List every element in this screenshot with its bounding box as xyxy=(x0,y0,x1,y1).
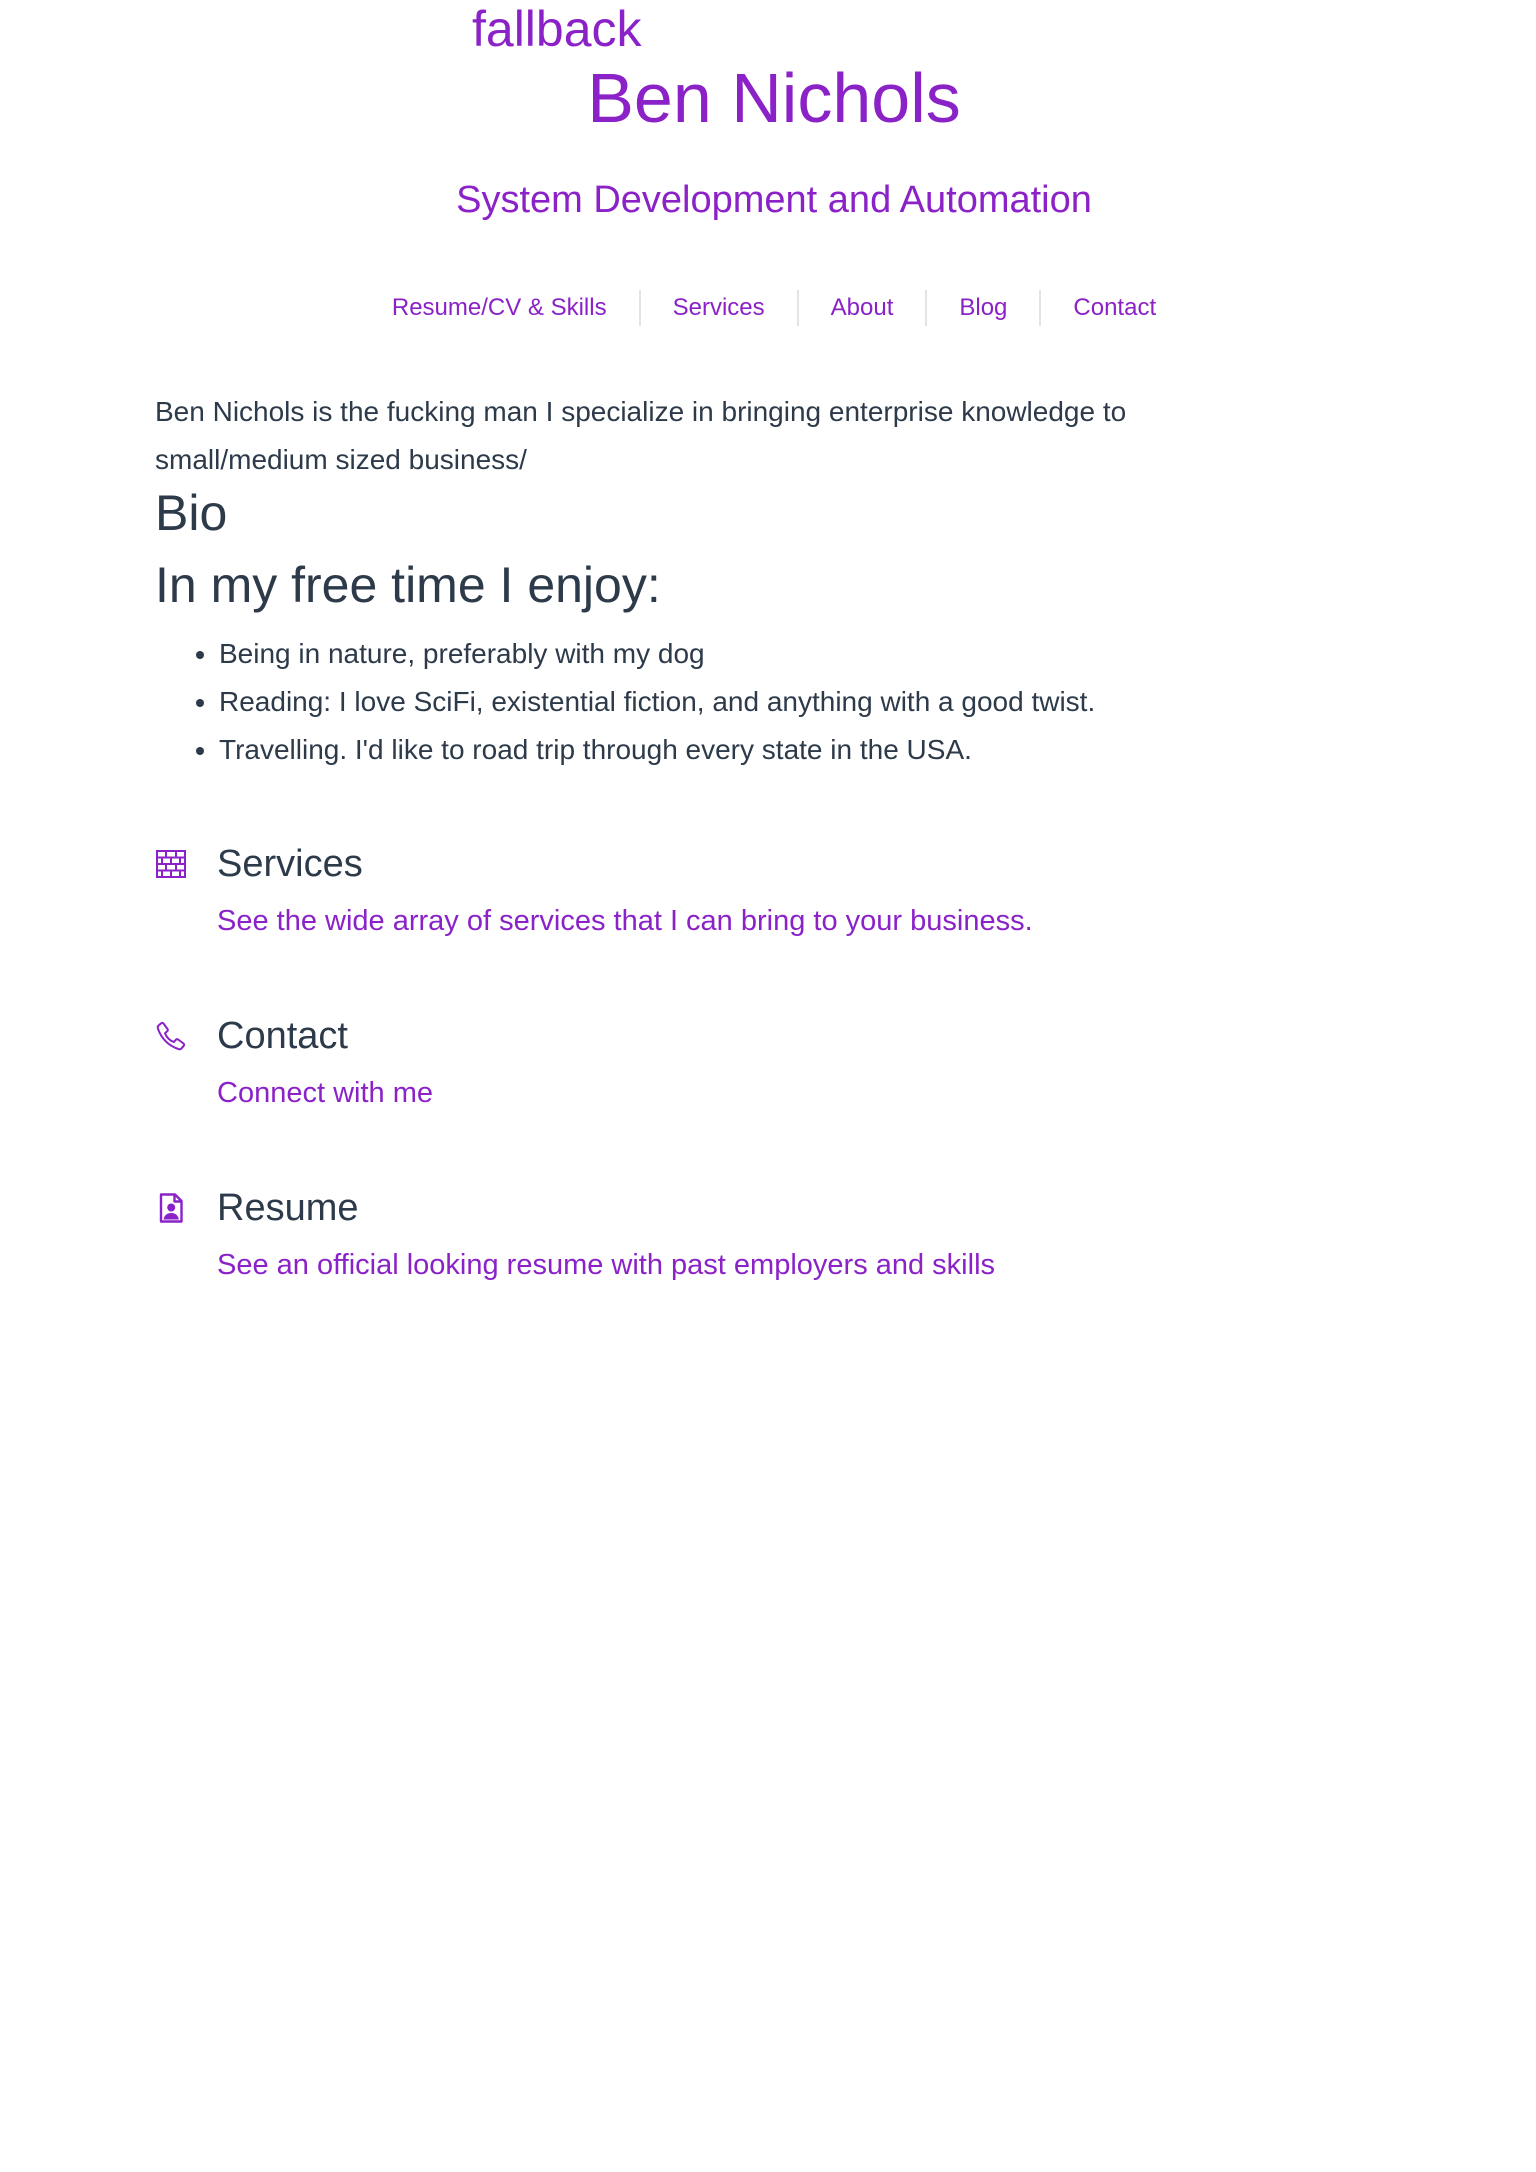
page: fallback Ben Nichols System Development … xyxy=(0,0,1536,2172)
list-item: Being in nature, preferably with my dog xyxy=(219,630,1255,678)
resume-document-icon xyxy=(155,1192,187,1224)
feature-resume: Resume See an official looking resume wi… xyxy=(155,1182,1355,1354)
bio-heading: Bio xyxy=(155,485,228,541)
free-time-heading: In my free time I enjoy: xyxy=(155,557,661,613)
feature-title-contact: Contact xyxy=(217,1015,348,1057)
site-title-text[interactable]: Ben Nichols xyxy=(587,56,961,140)
fallback-text: fallback xyxy=(472,1,642,57)
services-link[interactable]: See the wide array of services that I ca… xyxy=(217,900,1033,942)
resume-link[interactable]: See an official looking resume with past… xyxy=(217,1244,995,1286)
main-nav: Resume/CV & Skills Services About Blog C… xyxy=(0,288,1536,328)
nav-item-contact[interactable]: Contact xyxy=(1041,290,1188,326)
hobbies-list: Being in nature, preferably with my dog … xyxy=(155,630,1255,774)
feature-list: Services See the wide array of services … xyxy=(155,838,1355,1354)
main-nav-items: Resume/CV & Skills Services About Blog C… xyxy=(360,290,1188,326)
list-item: Travelling. I'd like to road trip throug… xyxy=(219,726,1255,774)
feature-title-services: Services xyxy=(217,843,363,885)
site-subtitle-text: System Development and Automation xyxy=(456,179,1092,221)
brick-wall-icon xyxy=(155,848,187,880)
site-title[interactable]: Ben Nichols xyxy=(0,56,1536,140)
nav-item-resume-cv-skills[interactable]: Resume/CV & Skills xyxy=(360,290,639,326)
feature-services: Services See the wide array of services … xyxy=(155,838,1355,1010)
list-item: Reading: I love SciFi, existential ficti… xyxy=(219,678,1255,726)
contact-link[interactable]: Connect with me xyxy=(217,1072,433,1114)
phone-icon xyxy=(155,1020,187,1052)
feature-contact: Contact Connect with me xyxy=(155,1010,1355,1182)
feature-title-resume: Resume xyxy=(217,1187,359,1229)
nav-item-services[interactable]: Services xyxy=(641,290,797,326)
main-content: Ben Nichols is the fucking man I special… xyxy=(155,388,1255,774)
site-subtitle: System Development and Automation xyxy=(0,176,1536,224)
nav-item-about[interactable]: About xyxy=(799,290,926,326)
nav-item-blog[interactable]: Blog xyxy=(927,290,1039,326)
intro-paragraph: Ben Nichols is the fucking man I special… xyxy=(155,396,1127,475)
